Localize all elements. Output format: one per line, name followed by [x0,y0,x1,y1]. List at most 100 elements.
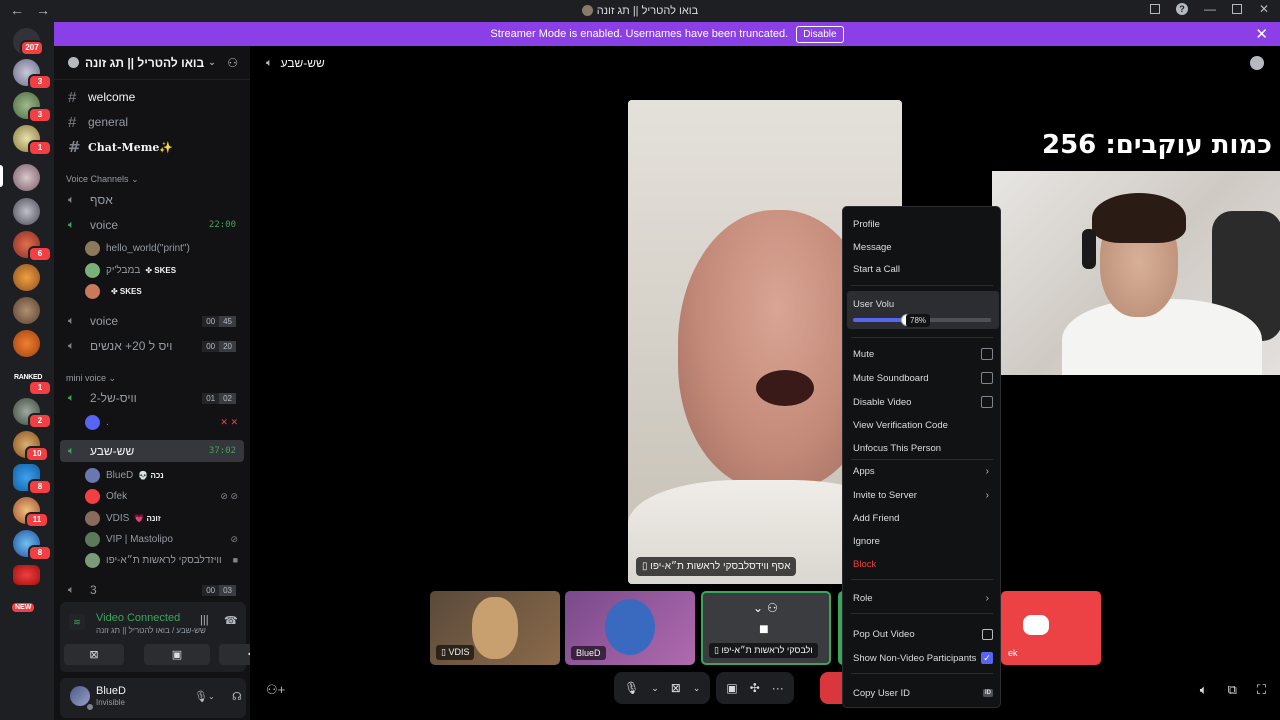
menu-show-non-video[interactable]: Show Non-Video Participants ✓ [853,648,993,668]
voice-member[interactable]: במבל'יק ✤ SKES [85,260,244,280]
server-icon-4[interactable] [13,164,40,191]
server-icon-5[interactable] [13,198,40,225]
chevron-down-icon[interactable]: ⌄ [651,683,659,694]
volume-slider[interactable]: 78% [853,314,991,327]
invite-people-icon[interactable]: ⚇+ [266,682,285,698]
people-icon[interactable]: ⚇ [767,601,778,615]
disable-streamer-button[interactable]: Disable [796,25,844,43]
channel-chat-meme[interactable]: # Chat-Meme✨ [60,136,244,158]
chat-bubble-icon[interactable] [1250,56,1264,70]
close-banner-icon[interactable]: ✕ [1255,25,1268,43]
menu-unfocus[interactable]: Unfocus This Person [853,438,993,458]
voice-channel-shesh-sheva[interactable]: 🔈︎ שש-שבע 37:02 [60,440,244,462]
category-voice-channels[interactable]: Voice Channels ⌄ [66,174,139,185]
microphone-icon[interactable]: 🎙︎ [194,690,208,703]
screen-icon[interactable] [1150,4,1160,14]
menu-pop-out-video[interactable]: Pop Out Video [853,624,993,644]
menu-copy-user-id[interactable]: Copy User ID ID [853,683,993,703]
toggle-camera-button[interactable]: ⊠ [64,644,124,665]
menu-mute[interactable]: Mute [853,344,993,364]
title-bar: ← → בואו להטריל || תג זונה ? — ✕ [0,0,1280,22]
fullscreen-icon[interactable]: ⛶ [1257,682,1266,698]
headphones-icon[interactable]: ☊ [232,690,242,703]
participant-tile-blued[interactable]: BlueD [565,591,695,665]
voice-channel-mini-2[interactable]: 🔈︎ וויס-של-2 01 02 [60,387,244,409]
channel-general[interactable]: # general [60,111,244,133]
server-icon-9[interactable] [13,330,40,357]
menu-disable-video[interactable]: Disable Video [853,392,993,412]
voice-location[interactable]: שש-שבע / בואו להטריל || תג זונה [96,626,206,635]
participant-tile-candidate[interactable]: ⌄ ⚇ ■ ▯ ולבסקי לראשות ת״א-יפו [701,591,831,665]
category-mini-voice[interactable]: mini voice ⌄ [66,373,116,384]
voice-channel-3[interactable]: 🔈︎ 3 00 03 [60,579,244,601]
voice-member[interactable]: ✤ SKES [85,281,244,301]
channel-welcome[interactable]: # welcome [60,86,244,108]
voice-channel-voice[interactable]: 🔈︎ voice 22:00 [60,214,244,236]
menu-add-friend[interactable]: Add Friend [853,508,993,528]
chevron-down-icon[interactable]: ⌄ [753,601,763,615]
menu-invite[interactable]: Invite to Server › [853,485,993,505]
menu-profile[interactable]: Profile [853,214,993,234]
discord-avatar [85,414,100,430]
voice-member-ofek[interactable]: Ofek ⊘ ⊘ [85,486,244,506]
menu-block[interactable]: Block [853,554,993,574]
chevron-down-icon[interactable]: ⌄ [693,683,701,694]
disconnect-icon[interactable]: ☎ [224,614,238,627]
tile-label: ▯ VDIS [436,645,475,660]
server-icon-15[interactable] [13,565,40,585]
voice-channel-20plus[interactable]: 🔈︎ ויס ל 20+ אנשים 00 20 [60,335,244,357]
video-name-label: ▯ אסף ווידסלבסקי לראשות ת״א-יפו [636,557,797,576]
invite-user-icon[interactable]: ⚇ [227,56,238,70]
screen-share-icon[interactable]: ▣ [726,681,737,695]
disable-video-checkbox[interactable] [981,396,993,408]
channel-name: welcome [88,90,136,104]
username[interactable]: BlueD [96,685,126,697]
avatar [85,552,100,568]
participant-tile-ofek[interactable]: ek [1001,591,1101,665]
share-control[interactable]: ▣ ✣ ··· [716,672,794,704]
menu-role[interactable]: Role › [853,588,993,608]
mute-soundboard-checkbox[interactable] [981,372,993,384]
maximize-icon[interactable] [1232,4,1242,14]
voice-member-candidate[interactable]: וויזדלבסקי לראשות ת״א-יפו ■ [85,550,244,570]
volume-icon[interactable]: 🔈︎ [1200,682,1208,698]
voice-member-bluED[interactable]: BlueD 💀 נכה [85,465,244,485]
menu-mute-soundboard[interactable]: Mute Soundboard [853,368,993,388]
server-icon-8[interactable] [13,297,40,324]
more-icon[interactable]: ··· [772,681,784,695]
chevron-down-icon[interactable]: ⌄ [208,692,215,701]
help-icon[interactable]: ? [1176,3,1188,15]
voice-channel-asaf[interactable]: 🔈︎ אסף [60,189,244,211]
volume-tooltip: 78% [906,314,931,327]
mic-control[interactable]: 🎙︎ ⌄ ⊠ ⌄ [614,672,711,704]
menu-ignore[interactable]: Ignore [853,531,993,551]
server-icon-7[interactable] [13,264,40,291]
participant-tile-vdis[interactable]: ▯ VDIS [430,591,560,665]
voice-channel-voice-2[interactable]: 🔈︎ voice 00 45 [60,310,244,332]
minimize-icon[interactable]: — [1204,2,1216,16]
signal-icon[interactable]: ≋ [69,614,85,630]
microphone-icon[interactable]: 🎙︎ [624,681,639,695]
voice-member[interactable]: . ✕ ✕ [85,412,244,432]
menu-apps[interactable]: Apps › [853,461,993,481]
voice-member-vip[interactable]: VIP | Mastolipo ⊘ [85,529,244,549]
show-non-video-checkbox[interactable]: ✓ [981,652,993,664]
noise-suppression-icon[interactable]: ||| [200,614,209,626]
pop-out-icon[interactable]: ⧉ [1228,682,1237,698]
selected-server-pill [0,165,3,187]
menu-view-verification[interactable]: View Verification Code [853,415,993,435]
close-window-icon[interactable]: ✕ [1258,2,1270,16]
camera-off-icon[interactable]: ⊠ [671,681,681,695]
mute-checkbox[interactable] [981,348,993,360]
menu-message[interactable]: Message [853,237,993,257]
channel-name: וויס-של-2 [90,391,137,405]
voice-member-vdis[interactable]: VDIS 💗 זונה [85,508,244,528]
camera-icon: ■ [232,555,238,565]
activities-icon[interactable]: ✣ [750,681,760,695]
chevron-right-icon: › [985,489,989,501]
id-icon: ID [983,689,993,697]
menu-start-call[interactable]: Start a Call [853,259,993,279]
server-header[interactable]: בואו להטריל || תג זונה ⌄ ⚇ [54,46,250,80]
share-screen-button[interactable]: ▣ [144,644,210,665]
voice-member[interactable]: hello_world("print") [85,238,244,258]
